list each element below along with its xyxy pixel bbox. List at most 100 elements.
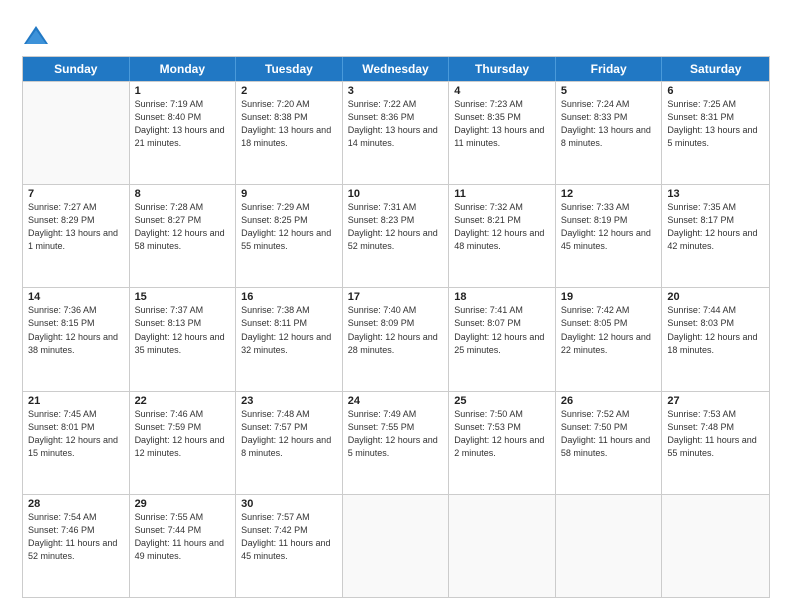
- cal-cell: 18Sunrise: 7:41 AM Sunset: 8:07 PM Dayli…: [449, 288, 556, 390]
- cal-cell: 3Sunrise: 7:22 AM Sunset: 8:36 PM Daylig…: [343, 82, 450, 184]
- cell-date: 19: [561, 291, 657, 303]
- cell-info: Sunrise: 7:57 AM Sunset: 7:42 PM Dayligh…: [241, 511, 337, 563]
- cal-cell: 13Sunrise: 7:35 AM Sunset: 8:17 PM Dayli…: [662, 185, 769, 287]
- cell-date: 29: [135, 498, 231, 510]
- cell-info: Sunrise: 7:25 AM Sunset: 8:31 PM Dayligh…: [667, 98, 764, 150]
- cal-cell: 20Sunrise: 7:44 AM Sunset: 8:03 PM Dayli…: [662, 288, 769, 390]
- calendar-body: 1Sunrise: 7:19 AM Sunset: 8:40 PM Daylig…: [23, 81, 769, 597]
- cell-date: 14: [28, 291, 124, 303]
- cal-cell: 15Sunrise: 7:37 AM Sunset: 8:13 PM Dayli…: [130, 288, 237, 390]
- cal-week-4: 21Sunrise: 7:45 AM Sunset: 8:01 PM Dayli…: [23, 391, 769, 494]
- cell-date: 4: [454, 85, 550, 97]
- cell-date: 23: [241, 395, 337, 407]
- cell-date: 6: [667, 85, 764, 97]
- cell-date: 28: [28, 498, 124, 510]
- cell-info: Sunrise: 7:42 AM Sunset: 8:05 PM Dayligh…: [561, 304, 657, 356]
- cal-cell: 17Sunrise: 7:40 AM Sunset: 8:09 PM Dayli…: [343, 288, 450, 390]
- cell-date: 12: [561, 188, 657, 200]
- cal-cell: 1Sunrise: 7:19 AM Sunset: 8:40 PM Daylig…: [130, 82, 237, 184]
- cell-info: Sunrise: 7:27 AM Sunset: 8:29 PM Dayligh…: [28, 201, 124, 253]
- cal-cell: 25Sunrise: 7:50 AM Sunset: 7:53 PM Dayli…: [449, 392, 556, 494]
- cal-cell: [662, 495, 769, 597]
- cell-date: 10: [348, 188, 444, 200]
- cell-date: 22: [135, 395, 231, 407]
- cell-info: Sunrise: 7:40 AM Sunset: 8:09 PM Dayligh…: [348, 304, 444, 356]
- cal-cell: 24Sunrise: 7:49 AM Sunset: 7:55 PM Dayli…: [343, 392, 450, 494]
- cell-info: Sunrise: 7:29 AM Sunset: 8:25 PM Dayligh…: [241, 201, 337, 253]
- cal-cell: 9Sunrise: 7:29 AM Sunset: 8:25 PM Daylig…: [236, 185, 343, 287]
- cell-info: Sunrise: 7:35 AM Sunset: 8:17 PM Dayligh…: [667, 201, 764, 253]
- cell-date: 21: [28, 395, 124, 407]
- cell-info: Sunrise: 7:19 AM Sunset: 8:40 PM Dayligh…: [135, 98, 231, 150]
- cell-info: Sunrise: 7:31 AM Sunset: 8:23 PM Dayligh…: [348, 201, 444, 253]
- cal-cell: [343, 495, 450, 597]
- cell-info: Sunrise: 7:33 AM Sunset: 8:19 PM Dayligh…: [561, 201, 657, 253]
- cal-cell: [449, 495, 556, 597]
- cal-header-saturday: Saturday: [662, 57, 769, 81]
- cal-cell: 6Sunrise: 7:25 AM Sunset: 8:31 PM Daylig…: [662, 82, 769, 184]
- cell-info: Sunrise: 7:55 AM Sunset: 7:44 PM Dayligh…: [135, 511, 231, 563]
- cal-header-tuesday: Tuesday: [236, 57, 343, 81]
- cal-cell: 12Sunrise: 7:33 AM Sunset: 8:19 PM Dayli…: [556, 185, 663, 287]
- cell-date: 11: [454, 188, 550, 200]
- cal-cell: 16Sunrise: 7:38 AM Sunset: 8:11 PM Dayli…: [236, 288, 343, 390]
- header: [22, 18, 770, 50]
- cell-info: Sunrise: 7:20 AM Sunset: 8:38 PM Dayligh…: [241, 98, 337, 150]
- cell-info: Sunrise: 7:45 AM Sunset: 8:01 PM Dayligh…: [28, 408, 124, 460]
- cell-info: Sunrise: 7:54 AM Sunset: 7:46 PM Dayligh…: [28, 511, 124, 563]
- cell-date: 25: [454, 395, 550, 407]
- cal-cell: 4Sunrise: 7:23 AM Sunset: 8:35 PM Daylig…: [449, 82, 556, 184]
- cell-date: 16: [241, 291, 337, 303]
- cal-cell: [23, 82, 130, 184]
- cal-cell: 10Sunrise: 7:31 AM Sunset: 8:23 PM Dayli…: [343, 185, 450, 287]
- logo-icon: [22, 22, 50, 50]
- cal-cell: 26Sunrise: 7:52 AM Sunset: 7:50 PM Dayli…: [556, 392, 663, 494]
- cell-info: Sunrise: 7:24 AM Sunset: 8:33 PM Dayligh…: [561, 98, 657, 150]
- cal-header-friday: Friday: [556, 57, 663, 81]
- cell-date: 13: [667, 188, 764, 200]
- cell-date: 20: [667, 291, 764, 303]
- cell-date: 2: [241, 85, 337, 97]
- cell-date: 30: [241, 498, 337, 510]
- cal-cell: 8Sunrise: 7:28 AM Sunset: 8:27 PM Daylig…: [130, 185, 237, 287]
- cal-cell: 30Sunrise: 7:57 AM Sunset: 7:42 PM Dayli…: [236, 495, 343, 597]
- cal-week-2: 7Sunrise: 7:27 AM Sunset: 8:29 PM Daylig…: [23, 184, 769, 287]
- cal-cell: 21Sunrise: 7:45 AM Sunset: 8:01 PM Dayli…: [23, 392, 130, 494]
- cell-info: Sunrise: 7:52 AM Sunset: 7:50 PM Dayligh…: [561, 408, 657, 460]
- cell-info: Sunrise: 7:41 AM Sunset: 8:07 PM Dayligh…: [454, 304, 550, 356]
- cal-cell: 27Sunrise: 7:53 AM Sunset: 7:48 PM Dayli…: [662, 392, 769, 494]
- cal-week-5: 28Sunrise: 7:54 AM Sunset: 7:46 PM Dayli…: [23, 494, 769, 597]
- cell-date: 9: [241, 188, 337, 200]
- cal-header-thursday: Thursday: [449, 57, 556, 81]
- cal-cell: 7Sunrise: 7:27 AM Sunset: 8:29 PM Daylig…: [23, 185, 130, 287]
- cal-cell: 5Sunrise: 7:24 AM Sunset: 8:33 PM Daylig…: [556, 82, 663, 184]
- cal-cell: 28Sunrise: 7:54 AM Sunset: 7:46 PM Dayli…: [23, 495, 130, 597]
- cell-date: 27: [667, 395, 764, 407]
- cell-info: Sunrise: 7:50 AM Sunset: 7:53 PM Dayligh…: [454, 408, 550, 460]
- cell-date: 8: [135, 188, 231, 200]
- cell-info: Sunrise: 7:28 AM Sunset: 8:27 PM Dayligh…: [135, 201, 231, 253]
- cell-info: Sunrise: 7:36 AM Sunset: 8:15 PM Dayligh…: [28, 304, 124, 356]
- calendar: SundayMondayTuesdayWednesdayThursdayFrid…: [22, 56, 770, 598]
- cell-info: Sunrise: 7:49 AM Sunset: 7:55 PM Dayligh…: [348, 408, 444, 460]
- cell-date: 24: [348, 395, 444, 407]
- cell-date: 17: [348, 291, 444, 303]
- cal-week-3: 14Sunrise: 7:36 AM Sunset: 8:15 PM Dayli…: [23, 287, 769, 390]
- cal-cell: [556, 495, 663, 597]
- cell-info: Sunrise: 7:38 AM Sunset: 8:11 PM Dayligh…: [241, 304, 337, 356]
- cal-header-sunday: Sunday: [23, 57, 130, 81]
- page: SundayMondayTuesdayWednesdayThursdayFrid…: [0, 0, 792, 612]
- cal-cell: 29Sunrise: 7:55 AM Sunset: 7:44 PM Dayli…: [130, 495, 237, 597]
- logo: [22, 22, 53, 50]
- cell-info: Sunrise: 7:37 AM Sunset: 8:13 PM Dayligh…: [135, 304, 231, 356]
- cell-info: Sunrise: 7:23 AM Sunset: 8:35 PM Dayligh…: [454, 98, 550, 150]
- cell-info: Sunrise: 7:46 AM Sunset: 7:59 PM Dayligh…: [135, 408, 231, 460]
- cell-info: Sunrise: 7:32 AM Sunset: 8:21 PM Dayligh…: [454, 201, 550, 253]
- cell-date: 15: [135, 291, 231, 303]
- cell-info: Sunrise: 7:22 AM Sunset: 8:36 PM Dayligh…: [348, 98, 444, 150]
- cell-info: Sunrise: 7:53 AM Sunset: 7:48 PM Dayligh…: [667, 408, 764, 460]
- cell-date: 3: [348, 85, 444, 97]
- cal-cell: 14Sunrise: 7:36 AM Sunset: 8:15 PM Dayli…: [23, 288, 130, 390]
- cal-cell: 22Sunrise: 7:46 AM Sunset: 7:59 PM Dayli…: [130, 392, 237, 494]
- cal-cell: 19Sunrise: 7:42 AM Sunset: 8:05 PM Dayli…: [556, 288, 663, 390]
